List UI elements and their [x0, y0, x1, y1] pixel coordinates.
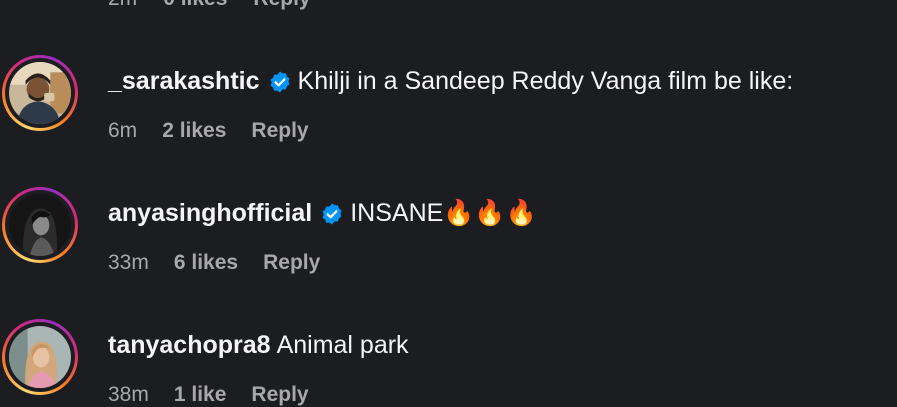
comment-body: tanyachopra8 Animal park: [108, 331, 409, 360]
avatar[interactable]: [2, 319, 78, 395]
comment-meta: 6m 2 likes Reply: [108, 119, 309, 143]
likes-count-link[interactable]: 0 likes: [163, 0, 227, 11]
comment-time: 2m: [108, 0, 137, 11]
likes-count-link[interactable]: 2 likes: [162, 119, 226, 143]
comment-time: 33m: [108, 251, 149, 274]
reply-button[interactable]: Reply: [263, 251, 320, 275]
avatar-image: [9, 194, 71, 256]
reply-button[interactable]: Reply: [251, 119, 308, 143]
comment-meta: 33m 6 likes Reply: [108, 251, 320, 275]
verified-badge-icon: [320, 202, 344, 226]
comment-time: 6m: [108, 119, 138, 142]
reply-button[interactable]: Reply: [253, 0, 310, 11]
likes-count-link[interactable]: 6 likes: [174, 251, 238, 275]
comment-username[interactable]: tanyachopra8: [108, 331, 271, 360]
comment-username[interactable]: _sarakashtic: [108, 67, 260, 96]
likes-count-link[interactable]: 1 like: [174, 383, 227, 407]
comment-text: Animal park: [276, 331, 409, 359]
comment-username[interactable]: anyasinghofficial: [108, 199, 312, 228]
comment-time: 38m: [108, 383, 149, 406]
comment-body: _sarakashtic Khilji in a Sandeep Reddy V…: [108, 67, 793, 96]
verified-badge-icon: [268, 70, 292, 94]
avatar[interactable]: [2, 55, 78, 131]
comments-list: 2m 0 likes Reply: [0, 0, 897, 407]
avatar[interactable]: [2, 187, 78, 263]
comment-meta: 38m 1 like Reply: [108, 383, 309, 407]
avatar-image: [9, 326, 71, 388]
comment-body: anyasinghofficial INSANE🔥🔥🔥: [108, 199, 537, 228]
comment-text: Khilji in a Sandeep Reddy Vanga film be …: [297, 67, 794, 95]
avatar-image: [9, 62, 71, 124]
reply-button[interactable]: Reply: [251, 383, 308, 407]
comment-text: INSANE🔥🔥🔥: [350, 199, 537, 227]
comment-meta-partial: 2m 0 likes Reply: [108, 0, 311, 11]
